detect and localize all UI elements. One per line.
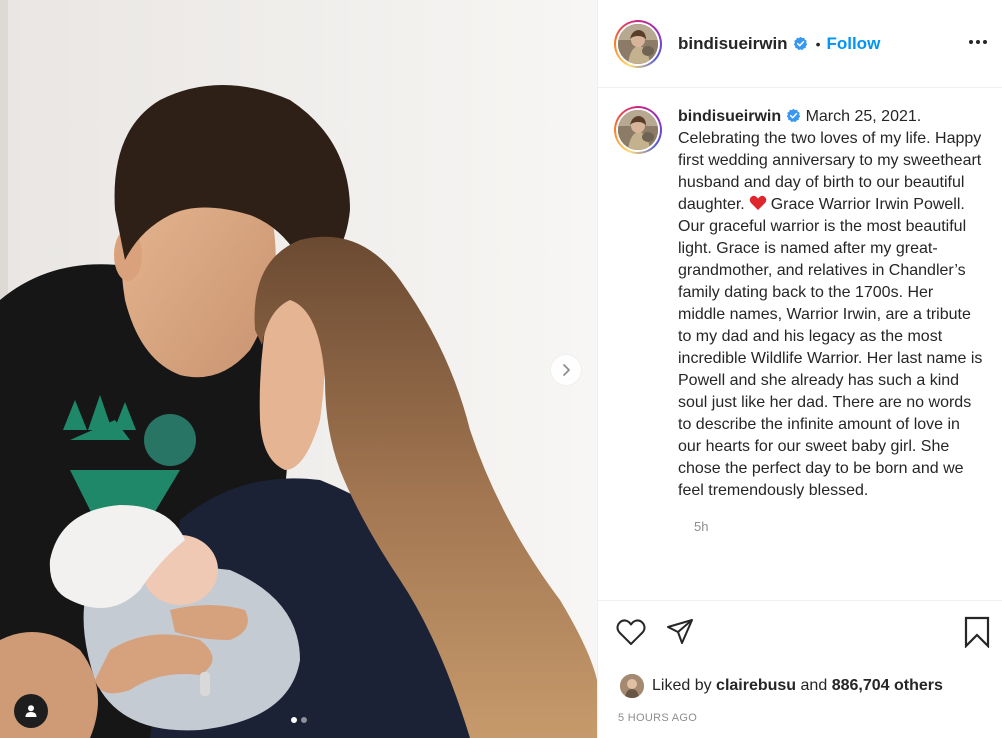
- save-button[interactable]: [960, 615, 994, 649]
- avatar-image: [618, 23, 658, 64]
- red-heart-emoji-icon: [749, 195, 767, 210]
- paper-plane-icon: [667, 619, 693, 644]
- caption-text: bindisueirwin March 25, 2021. Celebratin…: [678, 106, 983, 502]
- header-username[interactable]: bindisueirwin: [678, 34, 788, 54]
- action-bar: [598, 600, 1002, 666]
- post-media[interactable]: [0, 0, 597, 738]
- caption-avatar-ring[interactable]: [614, 106, 662, 154]
- caption-avatar: [618, 110, 658, 150]
- carousel-indicator: [0, 717, 597, 723]
- post-side-panel: bindisueirwin • Follow bindisueirwin Mar…: [597, 0, 1002, 738]
- more-options-icon: [969, 40, 987, 44]
- liked-by-prefix: Liked by: [652, 677, 712, 694]
- caption-username[interactable]: bindisueirwin: [678, 108, 781, 125]
- carousel-dot-active: [290, 717, 297, 723]
- more-options-button[interactable]: [966, 30, 990, 54]
- avatar-story-ring[interactable]: [614, 19, 662, 68]
- follow-button[interactable]: Follow: [826, 34, 880, 54]
- caption-avatar-image: [618, 110, 658, 150]
- like-button[interactable]: [614, 615, 648, 649]
- verified-badge-icon: [786, 108, 801, 123]
- post-photo: [0, 0, 597, 738]
- caption-body-part2: Grace Warrior Irwin Powell. Our graceful…: [678, 196, 983, 499]
- post-date[interactable]: 5 HOURS AGO: [598, 712, 1002, 738]
- carousel-dot: [300, 717, 307, 723]
- share-button[interactable]: [663, 615, 697, 649]
- user-tag-icon: [25, 705, 37, 717]
- caption: bindisueirwin March 25, 2021. Celebratin…: [614, 106, 986, 502]
- post-header: bindisueirwin • Follow: [598, 0, 1002, 88]
- caption-date: March 25, 2021.: [805, 108, 922, 125]
- chevron-right-icon: [563, 364, 570, 376]
- verified-badge-icon: [793, 36, 807, 51]
- instagram-post: bindisueirwin • Follow bindisueirwin Mar…: [0, 0, 1002, 738]
- carousel-next-button[interactable]: [550, 354, 582, 386]
- heart-icon: [616, 619, 646, 645]
- header-separator: •: [815, 35, 821, 52]
- liker-avatar-image: [620, 674, 644, 698]
- liked-by-connector: and: [800, 677, 828, 694]
- avatar-ring-inner: [616, 21, 660, 66]
- caption-avatar-ring-inner: [616, 108, 660, 152]
- likes-summary: Liked by clairebusu and 886,704 others: [598, 666, 1002, 706]
- avatar: [618, 23, 658, 64]
- comments-area[interactable]: bindisueirwin March 25, 2021. Celebratin…: [598, 88, 1002, 600]
- liker-avatar[interactable]: [620, 674, 644, 698]
- liked-by-user[interactable]: clairebusu: [716, 677, 796, 695]
- bookmark-icon: [964, 616, 990, 648]
- caption-timestamp[interactable]: 5h: [694, 519, 986, 534]
- tagged-users-button[interactable]: [14, 694, 48, 728]
- like-count[interactable]: 886,704 others: [832, 677, 943, 695]
